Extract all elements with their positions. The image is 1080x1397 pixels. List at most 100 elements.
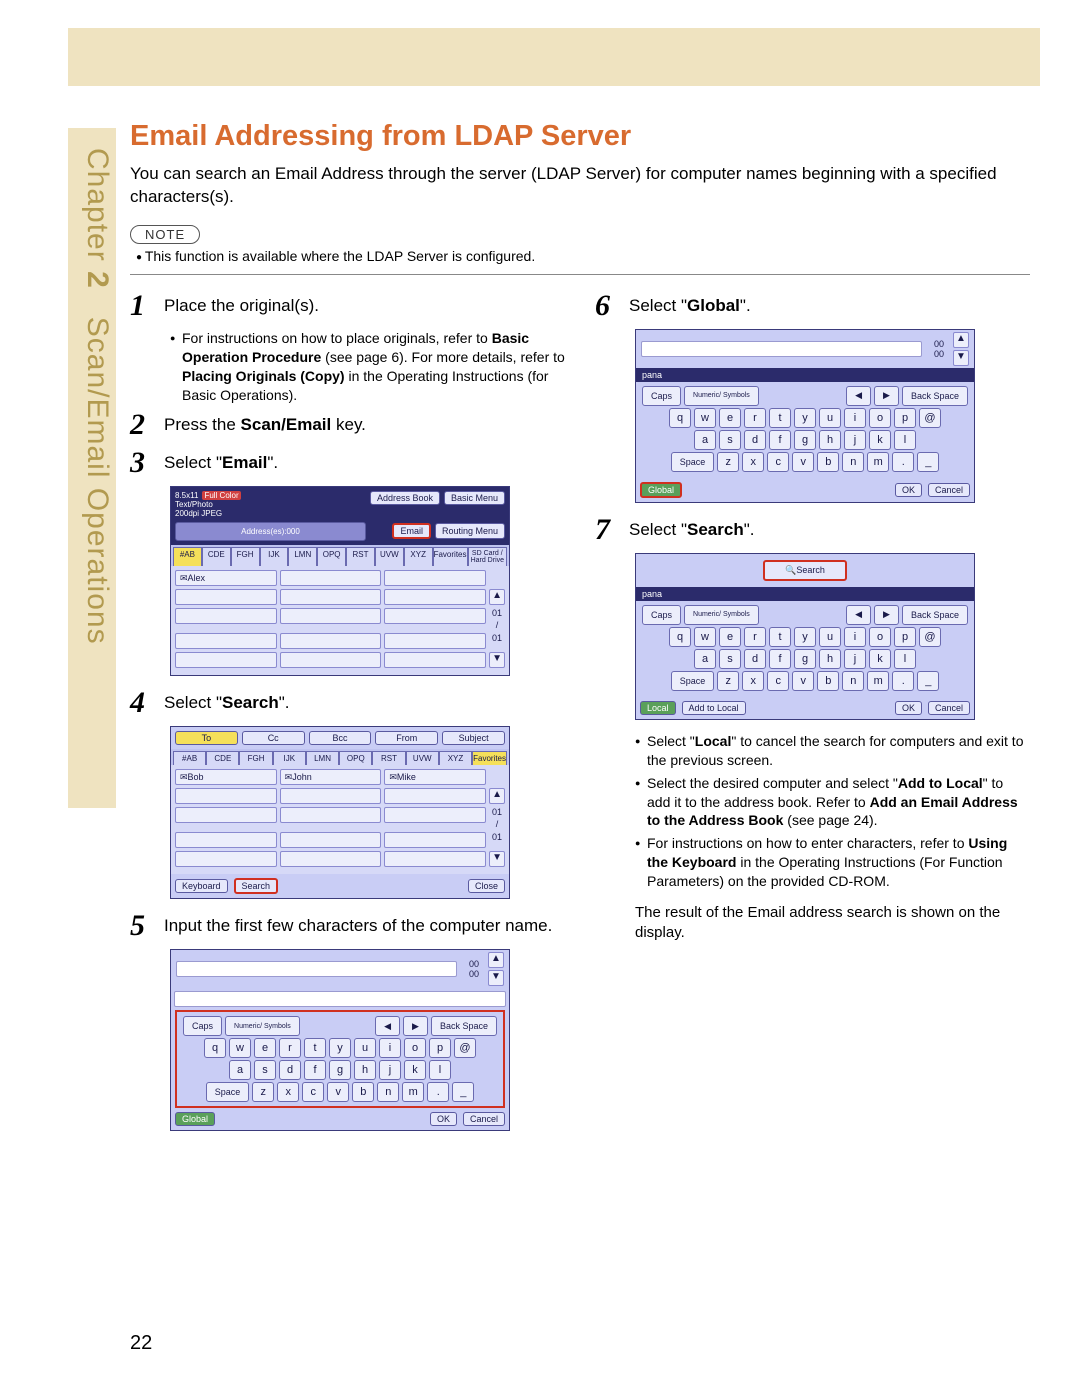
key[interactable]: x [277, 1082, 299, 1102]
backspace-key[interactable]: Back Space [431, 1016, 497, 1036]
list-item[interactable] [175, 851, 277, 867]
keyboard-button[interactable]: Keyboard [175, 879, 228, 893]
list-item[interactable] [175, 807, 277, 823]
key[interactable]: k [869, 649, 891, 669]
key[interactable]: n [842, 452, 864, 472]
key[interactable]: e [254, 1038, 276, 1058]
list-item[interactable] [384, 652, 486, 668]
key[interactable]: e [719, 408, 741, 428]
key[interactable]: h [819, 649, 841, 669]
key[interactable]: a [694, 649, 716, 669]
numeric-symbols-key[interactable]: Numeric/ Symbols [684, 605, 759, 625]
tab[interactable]: OPQ [317, 547, 346, 566]
tab[interactable]: UVW [406, 751, 439, 765]
key[interactable]: d [744, 430, 766, 450]
list-item[interactable] [175, 652, 277, 668]
routing-menu-button[interactable]: Routing Menu [435, 523, 505, 539]
key[interactable]: d [279, 1060, 301, 1080]
list-item[interactable] [175, 832, 277, 848]
key[interactable]: _ [917, 671, 939, 691]
key[interactable]: w [229, 1038, 251, 1058]
tab[interactable]: XYZ [404, 547, 433, 566]
list-item[interactable] [384, 788, 486, 804]
list-item[interactable] [384, 851, 486, 867]
key[interactable]: o [404, 1038, 426, 1058]
key[interactable]: n [377, 1082, 399, 1102]
key[interactable]: g [329, 1060, 351, 1080]
key[interactable]: z [717, 452, 739, 472]
key[interactable]: v [792, 671, 814, 691]
list-item[interactable]: ✉ Mike [384, 769, 486, 785]
key[interactable]: z [717, 671, 739, 691]
numeric-symbols-key[interactable]: Numeric/ Symbols [225, 1016, 300, 1036]
list-item[interactable] [384, 589, 486, 605]
tab[interactable]: #AB [173, 547, 202, 566]
search-button[interactable]: 🔍 Search [763, 560, 847, 581]
list-item[interactable] [280, 788, 382, 804]
list-item[interactable] [384, 807, 486, 823]
ok-button[interactable]: OK [895, 483, 922, 497]
bcc-button[interactable]: Bcc [309, 731, 372, 745]
space-key[interactable]: Space [206, 1082, 250, 1102]
key[interactable]: u [819, 408, 841, 428]
subject-button[interactable]: Subject [442, 731, 505, 745]
key[interactable]: g [794, 649, 816, 669]
scroll-down-icon[interactable]: ▼ [488, 970, 504, 986]
scroll-up-icon[interactable]: ▲ [953, 332, 969, 348]
key[interactable]: r [744, 627, 766, 647]
list-item[interactable] [384, 608, 486, 624]
cancel-button[interactable]: Cancel [463, 1112, 505, 1126]
key[interactable]: v [327, 1082, 349, 1102]
space-key[interactable]: Space [671, 671, 715, 691]
key[interactable]: x [742, 452, 764, 472]
key[interactable]: b [817, 452, 839, 472]
scroll-down-icon[interactable]: ▼ [953, 350, 969, 366]
tab[interactable]: Favorites [433, 547, 468, 566]
cc-button[interactable]: Cc [242, 731, 305, 745]
add-to-local-button[interactable]: Add to Local [682, 701, 746, 715]
key[interactable]: y [794, 408, 816, 428]
key[interactable]: u [819, 627, 841, 647]
list-item[interactable] [280, 851, 382, 867]
arrow-right-key[interactable]: ▶ [874, 386, 899, 406]
key[interactable]: f [304, 1060, 326, 1080]
list-item[interactable] [175, 788, 277, 804]
key[interactable]: p [429, 1038, 451, 1058]
key[interactable]: j [379, 1060, 401, 1080]
list-item[interactable] [384, 570, 486, 586]
address-count[interactable]: Address(es):000 [175, 522, 366, 541]
key[interactable]: m [867, 671, 889, 691]
tab[interactable]: CDE [202, 547, 231, 566]
local-button[interactable]: Local [640, 701, 676, 715]
key[interactable]: e [719, 627, 741, 647]
key[interactable]: s [719, 649, 741, 669]
list-item[interactable] [384, 832, 486, 848]
tab[interactable]: LMN [288, 547, 317, 566]
key[interactable]: r [744, 408, 766, 428]
backspace-key[interactable]: Back Space [902, 605, 968, 625]
key[interactable]: j [844, 649, 866, 669]
key[interactable]: t [304, 1038, 326, 1058]
key[interactable]: f [769, 430, 791, 450]
key[interactable]: o [869, 627, 891, 647]
tab[interactable]: FGH [231, 547, 260, 566]
scroll-up-icon[interactable]: ▲ [488, 952, 504, 968]
list-item[interactable]: ✉ John [280, 769, 382, 785]
space-key[interactable]: Space [671, 452, 715, 472]
key[interactable]: m [867, 452, 889, 472]
list-item[interactable]: ✉ Alex [175, 570, 277, 586]
tab[interactable]: RST [372, 751, 405, 765]
tab[interactable]: XYZ [439, 751, 472, 765]
numeric-symbols-key[interactable]: Numeric/ Symbols [684, 386, 759, 406]
cancel-button[interactable]: Cancel [928, 483, 970, 497]
sd-card-tab[interactable]: SD Card / Hard Drive [468, 547, 508, 566]
key[interactable]: v [792, 452, 814, 472]
key[interactable]: z [252, 1082, 274, 1102]
list-item[interactable] [175, 608, 277, 624]
global-button[interactable]: Global [640, 482, 682, 498]
key[interactable]: @ [919, 408, 941, 428]
caps-key[interactable]: Caps [642, 386, 681, 406]
key[interactable]: y [329, 1038, 351, 1058]
key[interactable]: b [817, 671, 839, 691]
tab[interactable]: OPQ [339, 751, 372, 765]
